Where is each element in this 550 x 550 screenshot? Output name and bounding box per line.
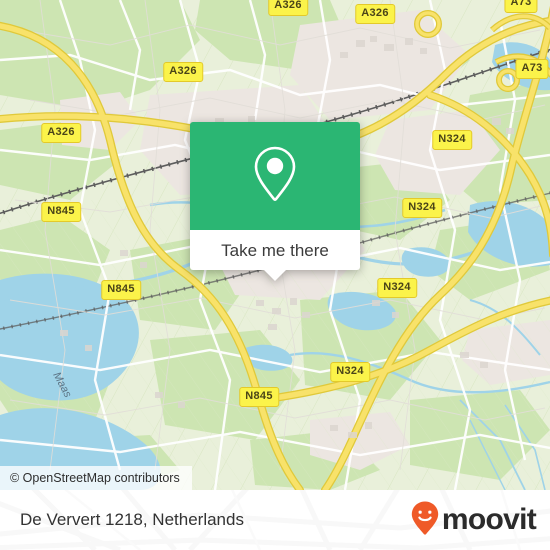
road-shield: A326	[163, 62, 203, 82]
road-shield: N324	[377, 278, 417, 298]
poi-card-icon-area	[190, 122, 360, 230]
osm-attribution[interactable]: © OpenStreetMap contributors	[0, 466, 192, 490]
address-label: De Ververt 1218, Netherlands	[20, 510, 244, 529]
osm-attribution-text: © OpenStreetMap contributors	[10, 471, 180, 485]
take-me-there-label: Take me there	[221, 240, 329, 260]
road-shield: A73	[504, 0, 538, 13]
road-shield: N845	[41, 202, 81, 222]
road-shield: N845	[101, 280, 141, 300]
road-shield: N324	[330, 362, 370, 382]
road-shield: A73	[515, 59, 549, 79]
moovit-logo[interactable]: moovit	[410, 500, 537, 541]
road-shield: N324	[432, 130, 472, 150]
footer-content: De Ververt 1218, Netherlands moovit	[0, 490, 550, 550]
poi-card-pointer-tail	[264, 270, 286, 281]
moovit-smiley-pin-icon	[410, 500, 440, 541]
map-screen: A326 A326 A73 A326 A73 A326 N324 N845 N324 N845 N3…	[0, 0, 550, 550]
road-shield: N324	[402, 198, 442, 218]
poi-card-action-area[interactable]: Take me there	[190, 230, 360, 281]
map-pin-icon	[250, 143, 300, 210]
take-me-there-card[interactable]: Take me there	[190, 122, 360, 281]
road-shield: A326	[41, 123, 81, 143]
moovit-wordmark: moovit	[441, 503, 537, 536]
road-shield: A326	[268, 0, 308, 16]
road-shield: A326	[355, 4, 395, 24]
footer-bar: De Ververt 1218, Netherlands moovit	[0, 490, 550, 550]
road-shield: N845	[239, 387, 279, 407]
